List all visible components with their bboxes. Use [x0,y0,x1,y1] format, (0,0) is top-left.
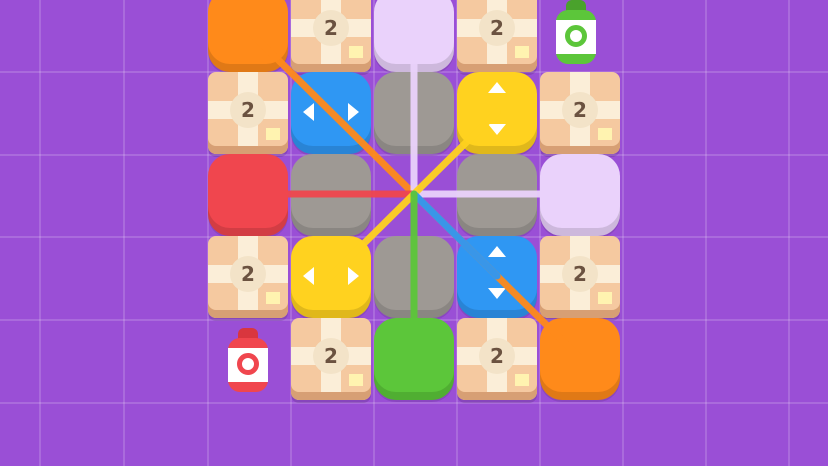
box-count-badge: 2 [313,10,349,46]
box-count-badge: 2 [479,10,515,46]
arrow-down-icon [488,124,506,135]
ring-icon [565,25,587,47]
cardboard-box-tile[interactable]: 2 [457,318,537,400]
color-block-tile[interactable] [291,236,371,318]
cardboard-box-tile[interactable]: 2 [208,72,288,154]
cardboard-box-tile[interactable]: 2 [291,0,371,72]
box-count-badge: 2 [230,92,266,128]
color-block-tile[interactable] [540,318,620,400]
arrow-left-icon [303,103,314,121]
arrow-down-icon [488,288,506,299]
arrow-up-icon [488,82,506,93]
box-count-badge: 2 [479,338,515,374]
red-spray-can[interactable] [225,328,271,394]
box-sticker [515,374,529,386]
box-sticker [349,374,363,386]
cardboard-box-tile[interactable]: 2 [457,0,537,72]
cardboard-box-tile[interactable]: 2 [540,72,620,154]
color-block-tile[interactable] [457,236,537,318]
cardboard-box-tile[interactable]: 2 [208,236,288,318]
cardboard-box-tile[interactable]: 2 [291,318,371,400]
cardboard-box-tile[interactable]: 2 [540,236,620,318]
stone-block-tile[interactable] [374,72,454,154]
arrow-right-icon [348,267,359,285]
stone-block-tile[interactable] [291,154,371,236]
arrow-up-icon [488,246,506,257]
box-sticker [515,46,529,58]
color-block-tile[interactable] [374,0,454,72]
ring-icon [237,353,259,375]
box-count-badge: 2 [562,92,598,128]
box-sticker [266,128,280,140]
box-count-badge: 2 [230,256,266,292]
box-count-badge: 2 [313,338,349,374]
box-sticker [349,46,363,58]
color-block-tile[interactable] [540,154,620,236]
color-block-tile[interactable] [208,154,288,236]
color-block-tile[interactable] [457,72,537,154]
arrow-right-icon [348,103,359,121]
box-sticker [598,292,612,304]
green-spray-can[interactable] [553,0,599,66]
arrow-left-icon [303,267,314,285]
stone-block-tile[interactable] [374,236,454,318]
color-block-tile[interactable] [208,0,288,72]
box-count-badge: 2 [562,256,598,292]
box-sticker [266,292,280,304]
stone-block-tile[interactable] [457,154,537,236]
color-block-tile[interactable] [374,318,454,400]
color-block-tile[interactable] [291,72,371,154]
box-sticker [598,128,612,140]
